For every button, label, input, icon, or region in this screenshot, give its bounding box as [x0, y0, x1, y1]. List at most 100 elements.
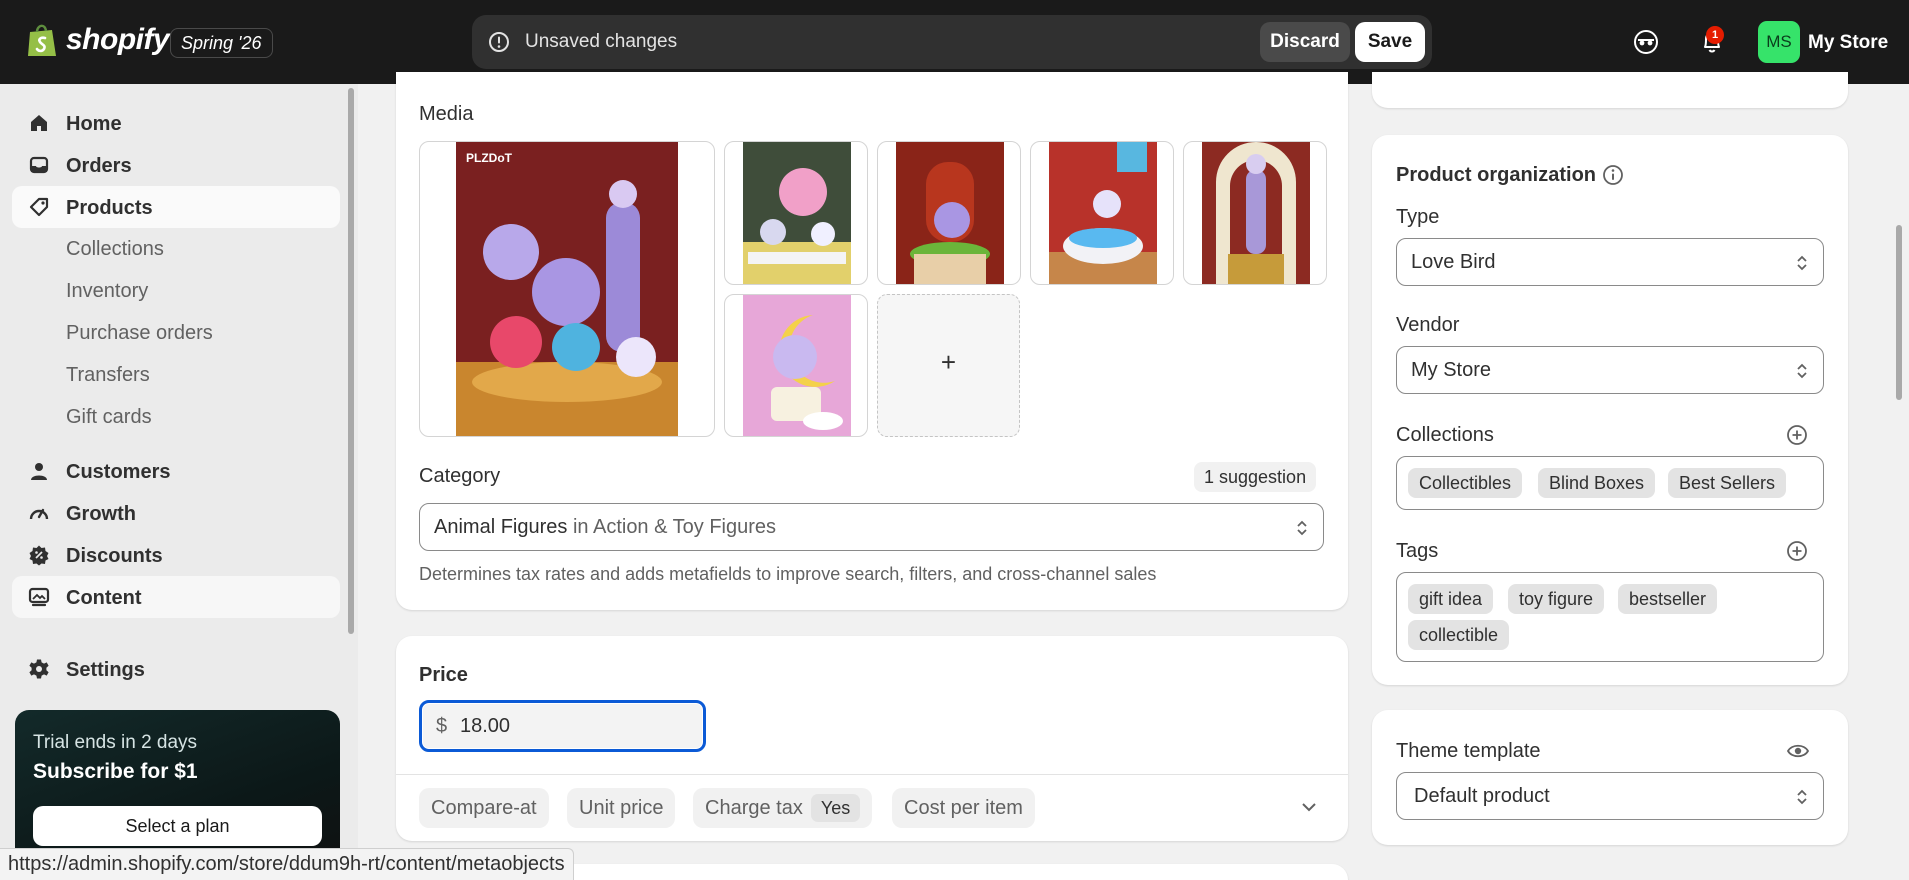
theme-template-value: Default product: [1414, 785, 1550, 807]
product-tag[interactable]: bestseller: [1618, 584, 1718, 614]
sidebar-item-settings[interactable]: Settings: [12, 648, 340, 690]
type-select[interactable]: Love Bird: [1396, 238, 1824, 286]
product-image: [1202, 142, 1310, 284]
compare-at-chip[interactable]: Compare-at: [419, 788, 549, 828]
sidebar-item-home[interactable]: Home: [12, 102, 340, 144]
main-scrollbar[interactable]: [1896, 225, 1902, 400]
unit-price-chip[interactable]: Unit price: [567, 788, 676, 828]
type-label: Type: [1396, 206, 1440, 228]
price-input[interactable]: $: [419, 700, 706, 752]
gauge-icon: [29, 508, 49, 520]
category-context: in Action & Toy Figures: [572, 516, 777, 538]
person-icon: [31, 463, 47, 480]
discount-icon: [29, 545, 49, 566]
notification-badge: 1: [1706, 26, 1724, 44]
shopify-logo[interactable]: shopify: [26, 22, 170, 58]
sidebar-subitem-transfers[interactable]: Transfers: [66, 364, 150, 387]
tag-icon: [29, 197, 49, 217]
price-divider: [396, 774, 1348, 775]
theme-template-label: Theme template: [1396, 740, 1541, 762]
add-collection-icon[interactable]: [1786, 424, 1808, 446]
eye-icon[interactable]: [1786, 740, 1810, 762]
theme-template-select[interactable]: Default product: [1396, 772, 1824, 820]
status-card: [1372, 72, 1848, 108]
sidebar-item-growth[interactable]: Growth: [12, 492, 340, 534]
type-value: Love Bird: [1411, 251, 1496, 273]
product-image: [743, 295, 851, 436]
image-icon: [28, 587, 50, 607]
media-thumbnail[interactable]: [1183, 141, 1327, 285]
trial-ends-text: Trial ends in 2 days: [33, 732, 198, 753]
product-image: [896, 142, 1004, 284]
sidebar-item-discounts[interactable]: Discounts: [12, 534, 340, 576]
media-thumbnail[interactable]: [724, 294, 868, 437]
avatar[interactable]: MS: [1758, 21, 1800, 63]
subscribe-text: Subscribe for $1: [33, 760, 198, 783]
sidebar-item-label: Products: [66, 197, 153, 219]
home-icon: [31, 115, 47, 131]
add-media-plus: +: [940, 347, 957, 377]
sidebar-item-label: Growth: [66, 503, 136, 525]
price-amount-field[interactable]: [460, 715, 660, 738]
save-button[interactable]: Save: [1355, 22, 1425, 62]
product-image: [743, 142, 851, 284]
product-image: [1049, 142, 1157, 284]
price-label: Price: [419, 664, 468, 686]
inbox-icon: [29, 156, 49, 174]
unsaved-message: Unsaved changes: [525, 31, 678, 52]
sidebar-item-customers[interactable]: Customers: [12, 450, 340, 492]
tags-label: Tags: [1396, 540, 1439, 562]
product-tag[interactable]: toy figure: [1508, 584, 1605, 614]
vendor-value: My Store: [1411, 359, 1492, 381]
category-select[interactable]: Animal Figures in Action & Toy Figures: [419, 503, 1324, 551]
sidebar-subitem-collections[interactable]: Collections: [66, 238, 164, 261]
select-plan-button[interactable]: Select a plan: [33, 806, 322, 846]
sidebar-item-orders[interactable]: Orders: [12, 144, 340, 186]
chevron-down-icon[interactable]: [1300, 800, 1318, 814]
sidebar-subitem-inventory[interactable]: Inventory: [66, 280, 148, 303]
sidebar-subitem-purchase-orders[interactable]: Purchase orders: [66, 322, 213, 345]
sidekick-icon[interactable]: [1632, 28, 1660, 56]
media-thumbnail-main[interactable]: PLZDoT: [419, 141, 715, 437]
sidebar-item-label: Orders: [66, 155, 132, 177]
select-chevron-icon: [1797, 363, 1807, 379]
collection-tag[interactable]: Collectibles: [1408, 468, 1523, 498]
sidebar-subitem-gift-cards[interactable]: Gift cards: [66, 406, 152, 429]
select-chevron-icon: [1297, 520, 1307, 536]
add-media-button[interactable]: +: [877, 294, 1020, 437]
collection-tag[interactable]: Blind Boxes: [1538, 468, 1656, 498]
charge-tax-chip[interactable]: Charge tax Yes: [693, 788, 873, 828]
media-thumbnail[interactable]: [877, 141, 1021, 285]
info-icon[interactable]: [1602, 164, 1624, 186]
sidebar-item-products[interactable]: Products: [12, 186, 340, 228]
select-chevron-icon: [1797, 255, 1807, 271]
select-chevron-icon: [1797, 789, 1807, 805]
collection-tag[interactable]: Best Sellers: [1668, 468, 1787, 498]
logo-text: shopify: [66, 23, 170, 56]
media-thumbnail[interactable]: [1030, 141, 1174, 285]
media-thumbnail[interactable]: [724, 141, 868, 285]
edition-badge[interactable]: Spring '26: [170, 28, 273, 58]
product-image-main: PLZDoT: [456, 142, 678, 436]
category-value: Animal Figures: [434, 516, 568, 538]
sidebar: Home Orders Products Collections Invento…: [0, 84, 358, 880]
sidebar-item-content[interactable]: Content: [12, 576, 340, 618]
product-tag[interactable]: gift idea: [1408, 584, 1494, 614]
store-name[interactable]: My Store: [1808, 32, 1888, 54]
vendor-label: Vendor: [1396, 314, 1460, 336]
product-tag[interactable]: collectible: [1408, 620, 1510, 650]
collections-label: Collections: [1396, 424, 1494, 446]
sidebar-item-label: Home: [66, 113, 122, 135]
sidebar-scrollbar[interactable]: [348, 88, 354, 634]
unsaved-changes-bar: Unsaved changes Discard Save: [472, 15, 1432, 69]
vendor-select[interactable]: My Store: [1396, 346, 1824, 394]
add-tag-icon[interactable]: [1786, 540, 1808, 562]
media-label: Media: [419, 103, 474, 125]
category-label: Category: [419, 465, 501, 487]
category-suggestion-badge[interactable]: 1 suggestion: [1194, 462, 1317, 492]
svg-text:PLZDoT: PLZDoT: [466, 151, 513, 165]
cost-per-item-chip[interactable]: Cost per item: [892, 788, 1035, 828]
discard-button[interactable]: Discard: [1260, 22, 1350, 62]
currency-symbol: $: [436, 715, 448, 737]
status-bar-url: https://admin.shopify.com/store/ddum9h-r…: [0, 848, 574, 880]
